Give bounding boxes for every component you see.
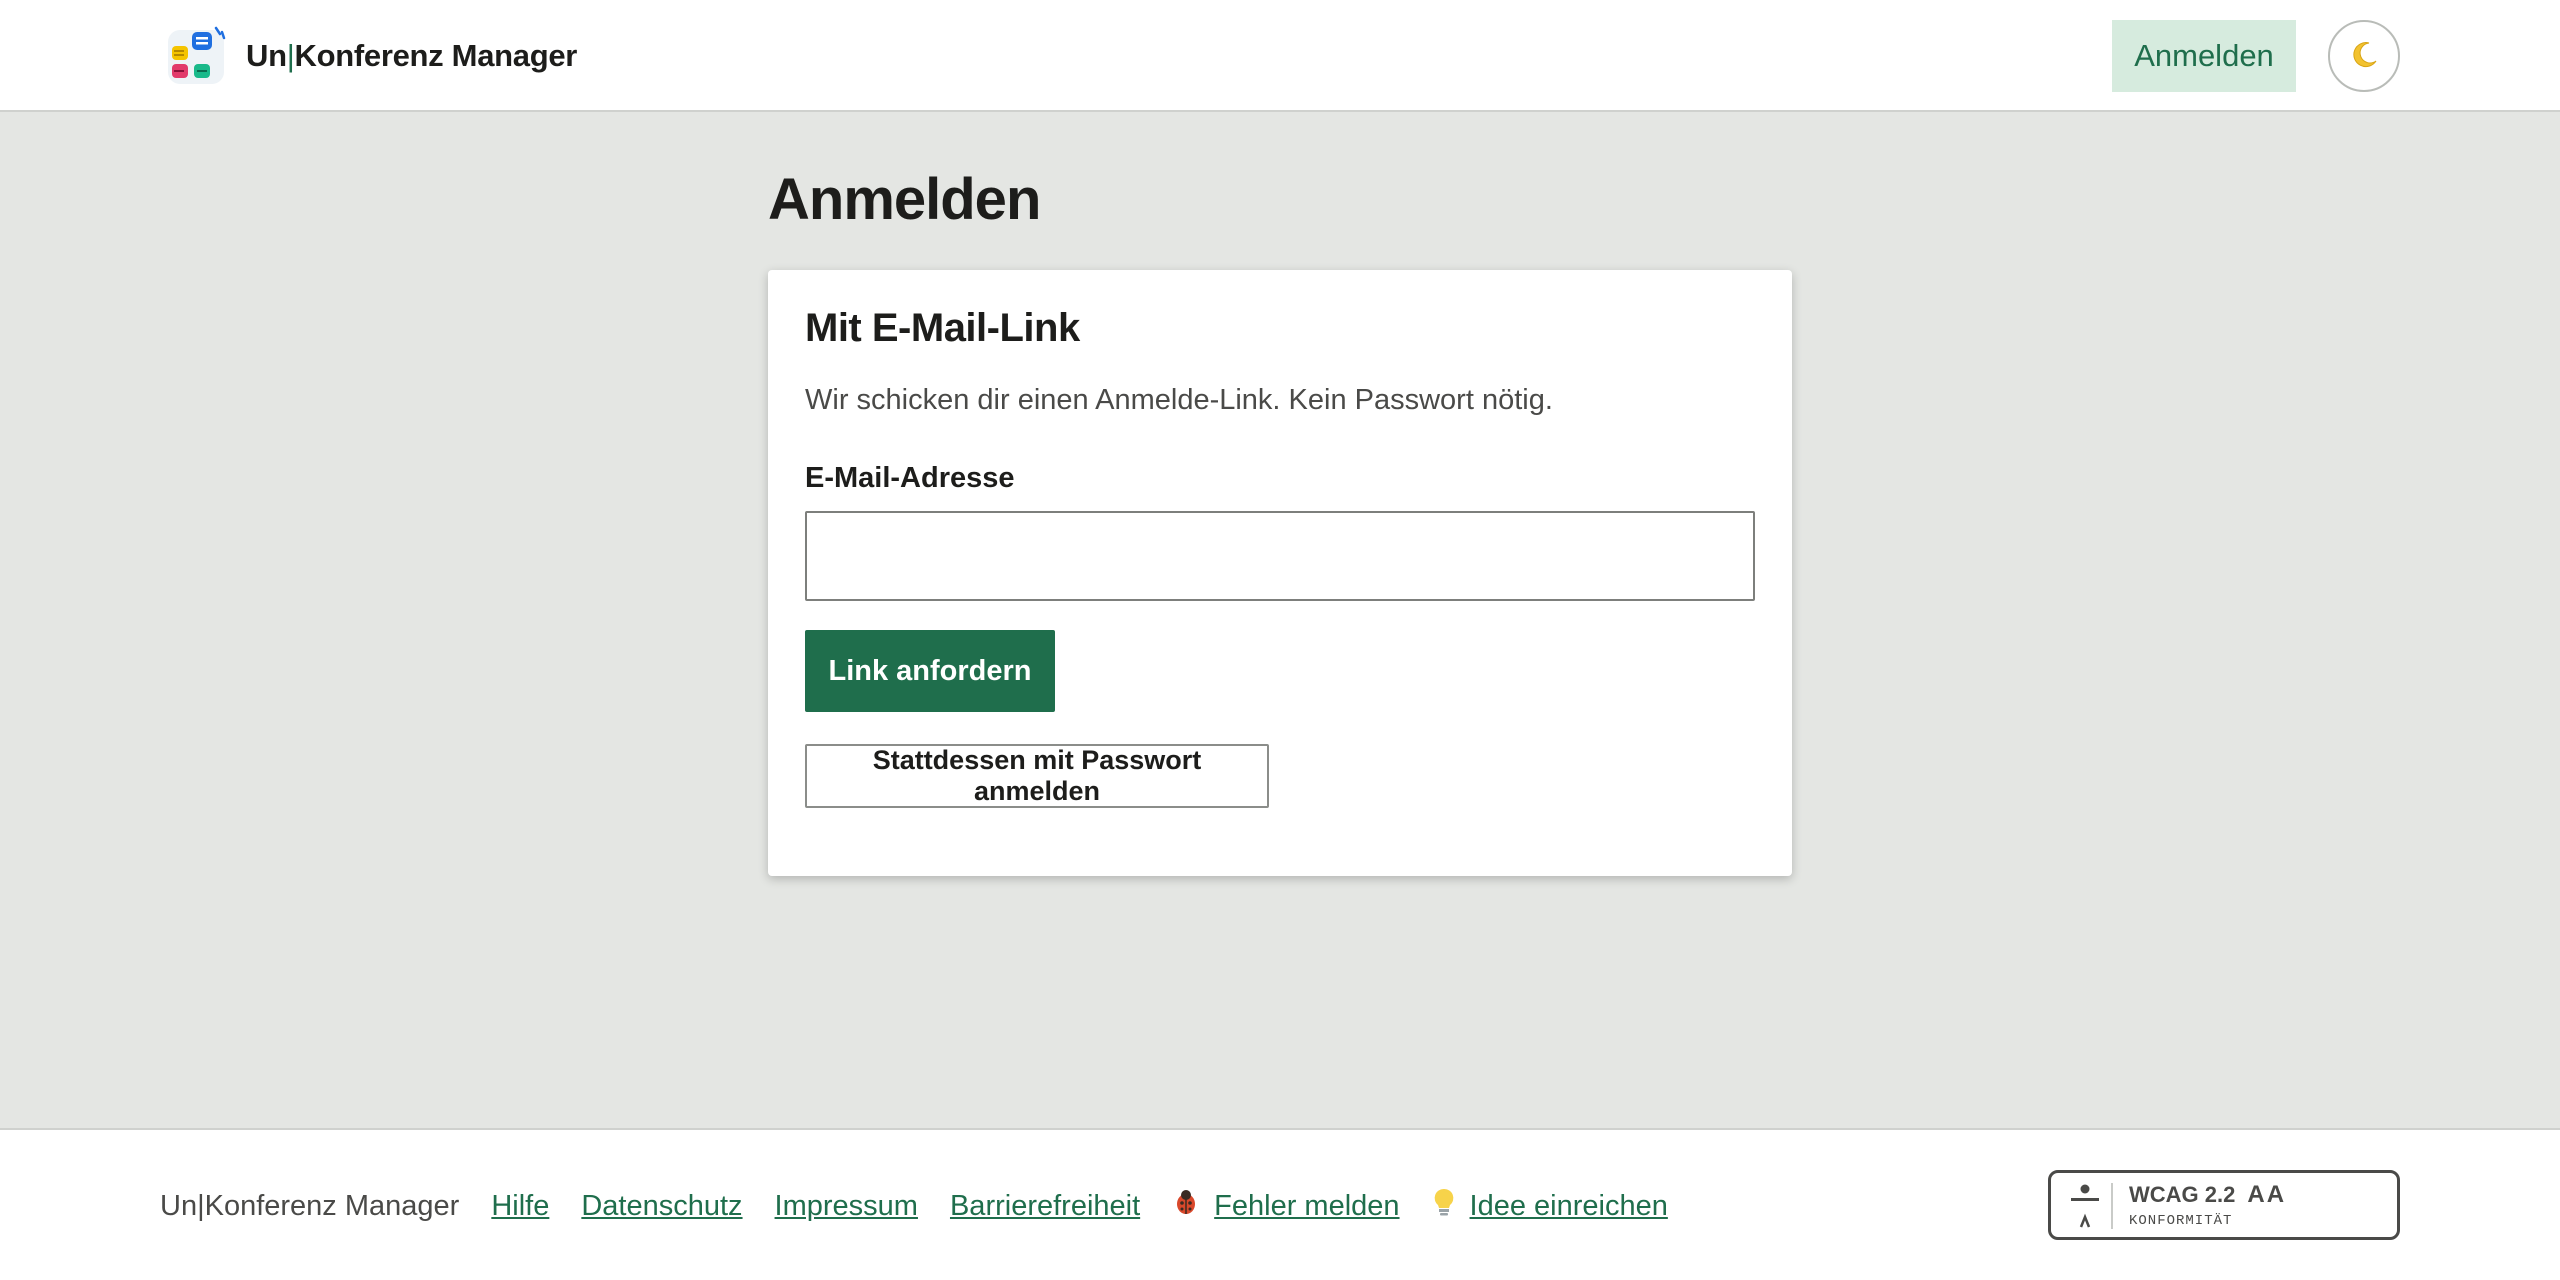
page-title: Anmelden: [768, 167, 1041, 232]
site-footer: Un|Konferenz Manager Hilfe Datenschutz I…: [0, 1128, 2560, 1280]
site-header: Un|Konferenz Manager Anmelden: [0, 0, 2560, 112]
accessibility-icon: [2067, 1181, 2103, 1233]
footer-link-accessibility[interactable]: Barrierefreiheit: [950, 1190, 1140, 1223]
footer-link-imprint[interactable]: Impressum: [775, 1190, 918, 1223]
footer-nav: Un|Konferenz Manager Hilfe Datenschutz I…: [160, 1186, 1700, 1226]
email-login-card: Mit E-Mail-Link Wir schicken dir einen A…: [768, 270, 1792, 876]
footer-link-report-bug[interactable]: Fehler melden: [1172, 1188, 1400, 1224]
bug-icon: [1172, 1188, 1200, 1224]
footer-link-privacy[interactable]: Datenschutz: [581, 1190, 742, 1223]
app-logo-icon: [164, 24, 228, 88]
password-login-button[interactable]: Stattdessen mit Passwort anmelden: [805, 744, 1269, 808]
footer-brand: Un|Konferenz Manager: [160, 1189, 460, 1222]
email-label: E-Mail-Adresse: [805, 462, 1015, 494]
footer-link-help[interactable]: Hilfe: [491, 1190, 549, 1223]
theme-toggle-button[interactable]: [2328, 20, 2400, 92]
moon-icon: [2349, 40, 2379, 73]
email-input[interactable]: [805, 511, 1755, 601]
header-login-button[interactable]: Anmelden: [2112, 20, 2296, 92]
request-link-button[interactable]: Link anfordern: [805, 630, 1055, 712]
wcag-subtitle: KONFORMITÄT: [2129, 1213, 2233, 1229]
card-description: Wir schicken dir einen Anmelde-Link. Kei…: [805, 384, 1553, 416]
card-title: Mit E-Mail-Link: [805, 306, 1080, 350]
wcag-badge: WCAG 2.2 AA KONFORMITÄT: [2048, 1170, 2400, 1240]
wcag-title: WCAG 2.2 AA: [2129, 1181, 2287, 1208]
footer-link-submit-idea[interactable]: Idee einreichen: [1432, 1187, 1668, 1225]
wcag-level: AA: [2247, 1181, 2287, 1208]
brand-name: Un|Konferenz Manager: [246, 38, 578, 73]
lightbulb-icon: [1432, 1187, 1456, 1225]
wcag-divider: [2111, 1183, 2113, 1229]
brand-home-link[interactable]: Un|Konferenz Manager: [164, 24, 577, 88]
